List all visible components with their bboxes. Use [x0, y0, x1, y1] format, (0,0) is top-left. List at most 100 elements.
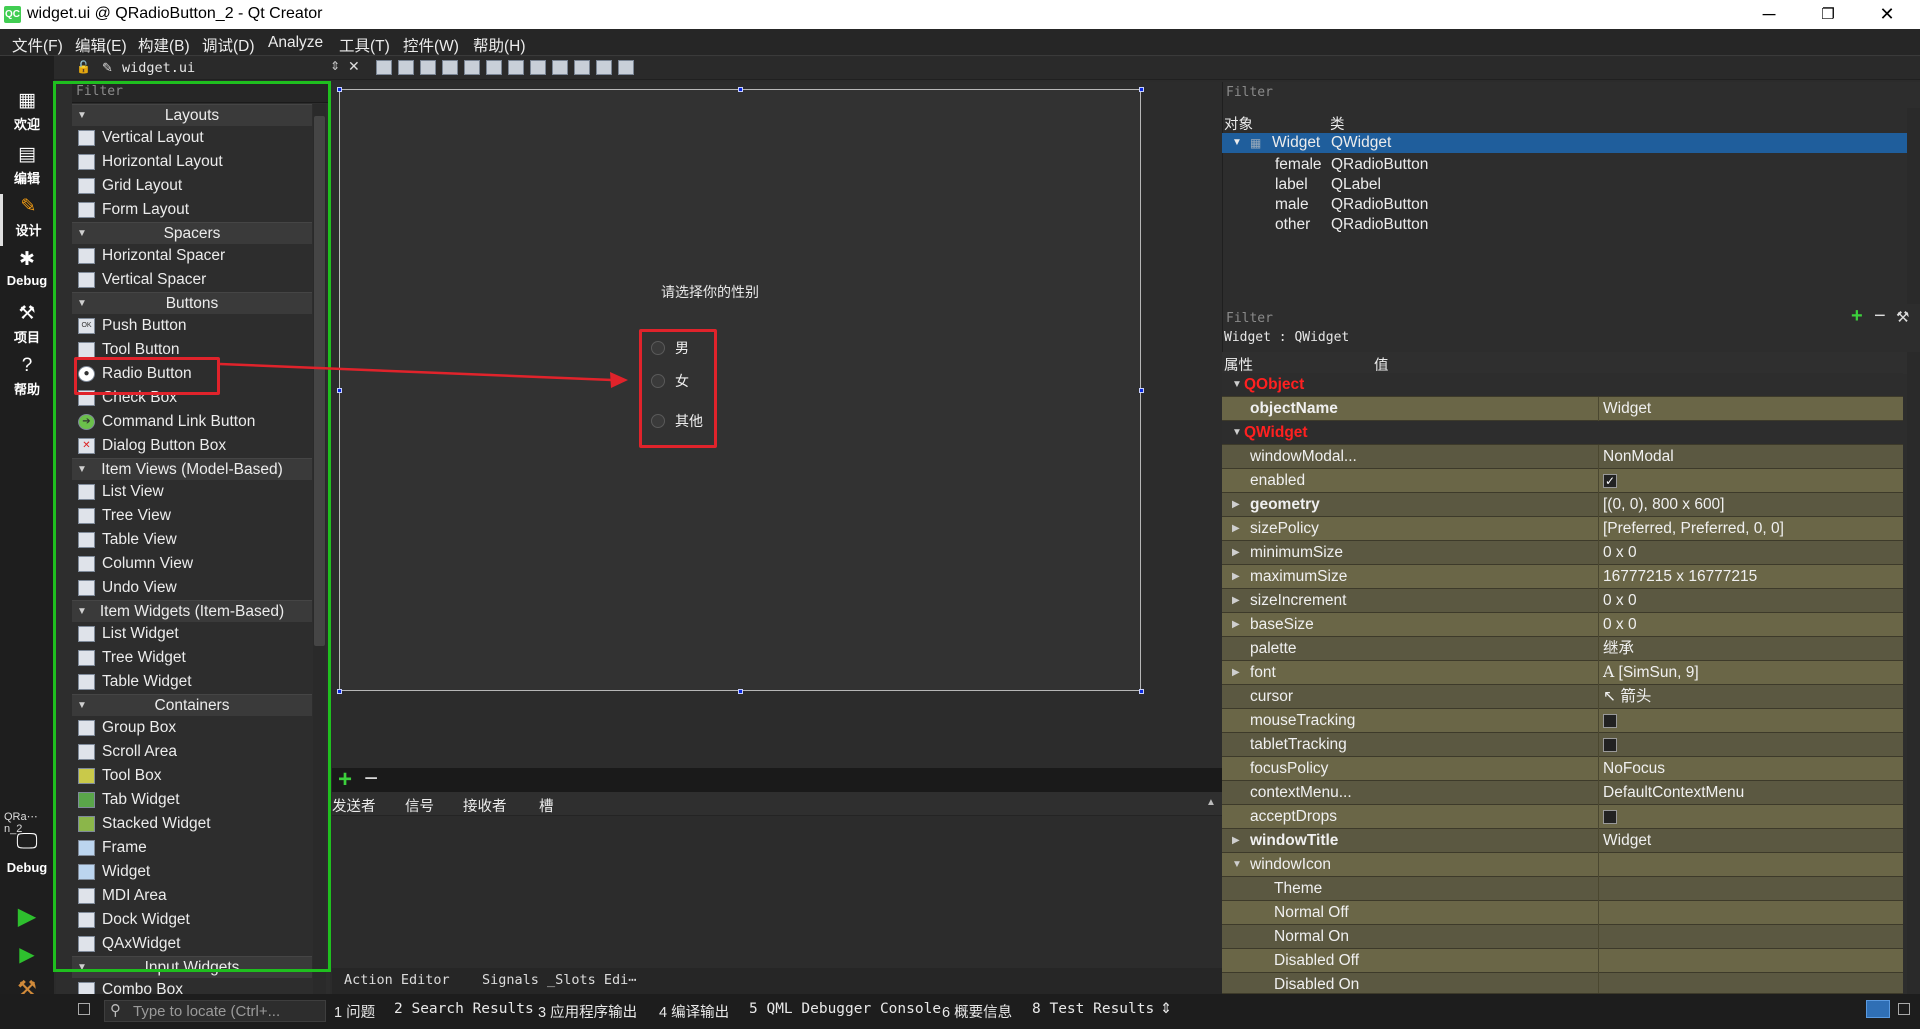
edit-tab-order-icon[interactable]	[442, 60, 458, 75]
property-row-focuspolicy[interactable]: focusPolicy NoFocus	[1222, 757, 1903, 781]
property-row-minimumsize[interactable]: ▶ minimumSize 0 x 0	[1222, 541, 1903, 565]
property-value[interactable]: A [SimSun, 9]	[1598, 661, 1699, 685]
mode-design[interactable]: ✎ 设计	[0, 194, 54, 246]
locator-input[interactable]: Type to locate (Ctrl+...	[104, 1000, 326, 1022]
property-value[interactable]: [Preferred, Preferred, 0, 0]	[1598, 517, 1784, 541]
menu-tools[interactable]: 工具(T)	[339, 34, 390, 56]
property-filter-input[interactable]: Filter	[1222, 308, 1822, 330]
layout-vertical-splitter-icon[interactable]	[530, 60, 546, 75]
property-row-mousetracking[interactable]: mouseTracking	[1222, 709, 1903, 733]
property-value[interactable]	[1598, 805, 1617, 829]
output-tab-test-results[interactable]: 8 Test Results	[1032, 1001, 1154, 1017]
column-sender[interactable]: 发送者	[332, 795, 376, 816]
property-row-objectname[interactable]: objectName Widget	[1222, 397, 1903, 421]
close-window-button[interactable]: ✕	[1864, 0, 1910, 29]
tree-row-male[interactable]: male QRadioButton	[1222, 195, 1907, 215]
layout-form-icon[interactable]	[574, 60, 590, 75]
property-row-enabled[interactable]: enabled ✓	[1222, 469, 1903, 493]
resize-handle[interactable]	[1139, 689, 1144, 694]
property-row-tablettracking[interactable]: tabletTracking	[1222, 733, 1903, 757]
property-value[interactable]	[1598, 853, 1603, 877]
property-editor-scrollbar[interactable]	[1907, 352, 1920, 994]
tree-row-widget[interactable]: ▼ ▦ Widget QWidget	[1222, 133, 1907, 153]
property-row-cursor[interactable]: cursor ↖ 箭头	[1222, 685, 1903, 709]
object-inspector-scrollbar[interactable]	[1907, 108, 1920, 304]
adjust-size-icon[interactable]	[618, 60, 634, 75]
layout-horizontal-splitter-icon[interactable]	[508, 60, 524, 75]
property-value[interactable]: ✓	[1598, 469, 1617, 493]
property-value[interactable]: Widget	[1598, 397, 1651, 421]
toggle-sidebar-icon[interactable]	[78, 1003, 90, 1015]
column-value[interactable]: 值	[1374, 354, 1389, 375]
column-receiver[interactable]: 接收者	[463, 795, 507, 816]
connections-list[interactable]	[332, 816, 1222, 968]
property-value[interactable]: ↖ 箭头	[1598, 685, 1651, 709]
layout-grid-icon[interactable]	[552, 60, 568, 75]
layout-vertical-icon[interactable]	[486, 60, 502, 75]
menu-analyze[interactable]: Analyze	[268, 34, 323, 52]
tab-action-editor[interactable]: Action Editor	[344, 972, 450, 988]
property-row-windowtitle[interactable]: ▶ windowTitle Widget	[1222, 829, 1903, 853]
property-row-sizepolicy[interactable]: ▶ sizePolicy [Preferred, Preferred, 0, 0]	[1222, 517, 1903, 541]
run-icon[interactable]: ▶	[0, 902, 54, 931]
tree-row-other[interactable]: other QRadioButton	[1222, 215, 1907, 235]
property-value[interactable]	[1598, 709, 1617, 733]
property-value[interactable]	[1598, 973, 1603, 993]
property-value[interactable]	[1598, 925, 1603, 949]
property-value[interactable]	[1598, 901, 1603, 925]
output-tab-search-results[interactable]: 2 Search Results	[394, 1001, 534, 1017]
property-value[interactable]: NonModal	[1598, 445, 1674, 469]
menu-edit[interactable]: 编辑(E)	[75, 34, 127, 56]
property-row-contextmenupolicy[interactable]: contextMenu... DefaultContextMenu	[1222, 781, 1903, 805]
mode-help[interactable]: ? 帮助	[0, 353, 54, 405]
property-value[interactable]: 0 x 0	[1598, 541, 1637, 565]
property-row-disabled-on[interactable]: Disabled On	[1222, 973, 1903, 994]
property-value[interactable]: 0 x 0	[1598, 589, 1637, 613]
gender-prompt-label[interactable]: 请选择你的性别	[661, 282, 759, 302]
maximize-button[interactable]: ❐	[1805, 0, 1851, 29]
sort-up-icon[interactable]: ▲	[1206, 797, 1216, 808]
widget-item-combo-box[interactable]: Combo Box	[72, 978, 312, 994]
break-layout-icon[interactable]	[596, 60, 612, 75]
enabled-checkbox[interactable]: ✓	[1603, 473, 1617, 488]
object-inspector-filter-input[interactable]: Filter	[1222, 82, 1907, 104]
property-row-basesize[interactable]: ▶ baseSize 0 x 0	[1222, 613, 1903, 637]
property-value[interactable]	[1598, 733, 1617, 757]
configure-wrench-icon[interactable]: ⚒	[1896, 308, 1916, 328]
toggle-right-sidebar-icon[interactable]	[1898, 1003, 1910, 1015]
resize-handle[interactable]	[337, 689, 342, 694]
mode-edit[interactable]: ▤ 编辑	[0, 142, 54, 194]
column-class[interactable]: 类	[1330, 113, 1345, 134]
mode-projects[interactable]: ⚒ 项目	[0, 301, 54, 353]
property-group-qwidget[interactable]: ▼ QWidget	[1222, 421, 1903, 445]
open-document-name[interactable]: widget.ui	[122, 60, 195, 76]
property-row-windowmodality[interactable]: windowModal... NonModal	[1222, 445, 1903, 469]
tree-row-female[interactable]: female QRadioButton	[1222, 155, 1907, 175]
column-property[interactable]: 属性	[1224, 354, 1253, 375]
property-value[interactable]: DefaultContextMenu	[1598, 781, 1744, 805]
kit-selector[interactable]: 🖵 Debug	[0, 828, 54, 880]
remove-dynamic-property-button[interactable]: −	[1874, 306, 1894, 326]
output-tabs-more-icon[interactable]: ⇕	[1160, 1001, 1172, 1017]
property-value[interactable]	[1598, 877, 1603, 901]
edit-widgets-icon[interactable]	[376, 60, 392, 75]
property-row-theme[interactable]: Theme	[1222, 877, 1903, 901]
resize-handle[interactable]	[337, 87, 342, 92]
property-row-normal-on[interactable]: Normal On	[1222, 925, 1903, 949]
resize-handle[interactable]	[1139, 87, 1144, 92]
resize-handle[interactable]	[1139, 388, 1144, 393]
menu-build[interactable]: 构建(B)	[138, 34, 190, 56]
mode-debug[interactable]: ✱ Debug	[0, 247, 54, 299]
close-document-button[interactable]: ✕	[348, 58, 360, 75]
output-tab-general-messages[interactable]: 6 概要信息	[942, 1001, 1012, 1022]
property-group-qobject[interactable]: ▼ QObject	[1222, 373, 1903, 397]
property-value[interactable]: 0 x 0	[1598, 613, 1637, 637]
menu-help[interactable]: 帮助(H)	[473, 34, 526, 56]
property-row-disabled-off[interactable]: Disabled Off	[1222, 949, 1903, 973]
property-value[interactable]	[1598, 949, 1603, 973]
property-value[interactable]: NoFocus	[1598, 757, 1665, 781]
add-dynamic-property-button[interactable]: +	[1851, 306, 1871, 326]
property-row-maximumsize[interactable]: ▶ maximumSize 16777215 x 16777215	[1222, 565, 1903, 589]
debug-run-icon[interactable]: ▶	[0, 942, 54, 967]
layout-horizontal-icon[interactable]	[464, 60, 480, 75]
